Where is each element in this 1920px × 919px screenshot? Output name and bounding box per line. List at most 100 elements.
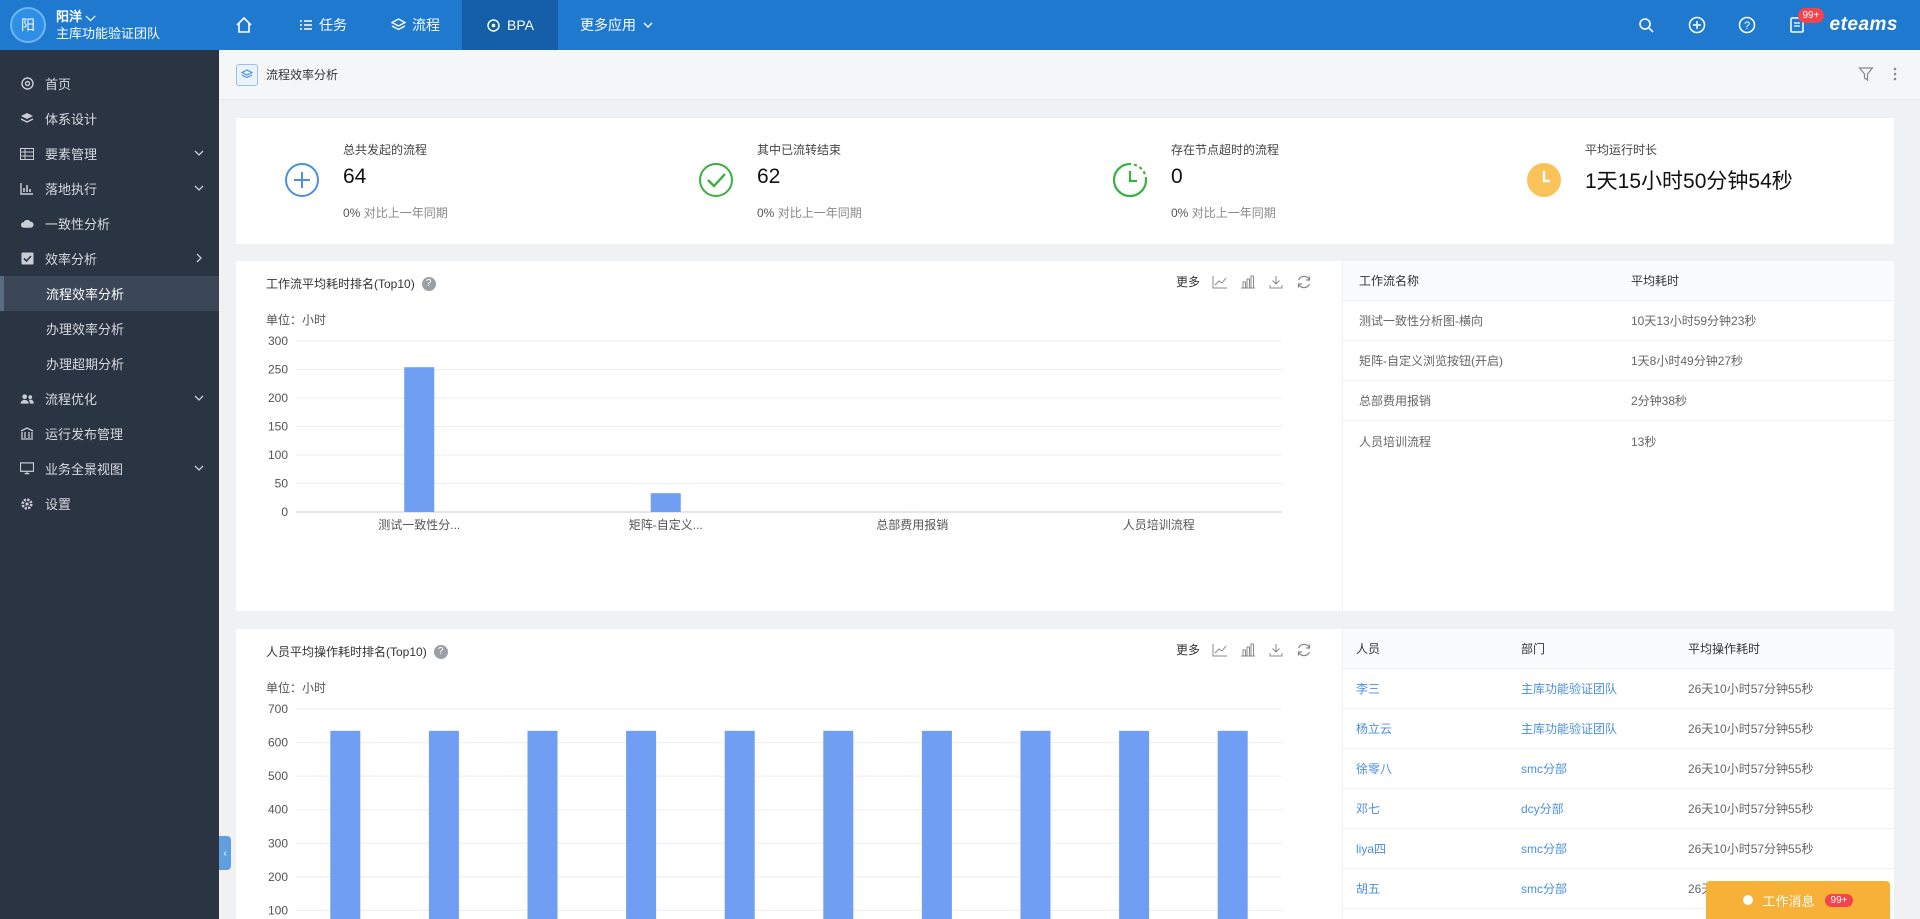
notifications-button[interactable]: 99+	[1772, 0, 1825, 50]
more-vertical-icon[interactable]	[1892, 66, 1898, 82]
sidebar-item-label: 流程效率分析	[46, 287, 125, 302]
users-icon	[20, 392, 34, 406]
sidebar-item-overdue[interactable]: 办理超期分析	[0, 346, 219, 381]
add-button[interactable]	[1672, 0, 1722, 50]
nav-bpa-label: BPA	[507, 17, 534, 33]
nav-more-apps[interactable]: 更多应用	[558, 0, 676, 50]
y-tick-label: 150	[268, 420, 288, 434]
y-tick-label: 600	[268, 736, 288, 750]
department-link[interactable]: 主库功能验证团队	[1505, 680, 1672, 697]
table-row[interactable]: 邓七 dcy分部 26天10小时57分钟55秒	[1343, 789, 1894, 829]
y-tick-label: 200	[268, 391, 288, 405]
sidebar-item-efficiency[interactable]: 效率分析	[0, 241, 219, 276]
column-header[interactable]: 平均耗时	[1615, 272, 1894, 289]
table-row[interactable]: 李三 主库功能验证团队 26天10小时57分钟55秒	[1343, 669, 1894, 709]
sidebar-item-consistency[interactable]: 一致性分析	[0, 206, 219, 241]
sidebar-item-execution[interactable]: 落地执行	[0, 171, 219, 206]
gear-icon	[20, 497, 34, 511]
department-link[interactable]: smc分部	[1505, 880, 1672, 897]
search-button[interactable]	[1622, 0, 1672, 50]
y-tick-label: 0	[281, 505, 288, 519]
person-link[interactable]: 李三	[1343, 680, 1505, 697]
chevron-left-icon: ‹	[223, 847, 227, 859]
sidebar-item-label: 设置	[45, 497, 72, 512]
sidebar-item-system-design[interactable]: 体系设计	[0, 101, 219, 136]
table-row[interactable]: 矩阵-自定义浏览按钮(开启) 1天8小时49分钟27秒	[1343, 341, 1894, 381]
sidebar-item-elements[interactable]: 要素管理	[0, 136, 219, 171]
help-icon: ?	[1738, 16, 1755, 34]
bar	[428, 730, 459, 919]
nav-tasks-label: 任务	[319, 17, 347, 33]
person-link[interactable]: liya四	[1343, 840, 1505, 857]
sidebar-item-panorama[interactable]: 业务全景视图	[0, 451, 219, 486]
chevron-down-icon[interactable]: ⌵	[82, 9, 96, 24]
sidebar-item-settings[interactable]: 设置	[0, 486, 219, 521]
layers-icon	[20, 112, 34, 126]
column-header[interactable]: 平均操作耗时	[1672, 640, 1894, 657]
help-icon[interactable]: ?	[433, 644, 448, 659]
refresh-icon[interactable]	[1296, 642, 1312, 658]
eteams-logo[interactable]: eteams	[1830, 14, 1899, 36]
help-icon[interactable]: ?	[421, 276, 436, 291]
stats-card: 总共发起的流程 64 0% 对比上一年同期 其中已流转结束 62 0% 对比上一…	[236, 118, 1894, 244]
line-chart-icon[interactable]	[1212, 275, 1228, 289]
nav-home[interactable]	[220, 0, 277, 50]
person-link[interactable]: 邓七	[1343, 800, 1505, 817]
line-chart-icon[interactable]	[1212, 643, 1228, 657]
table-row[interactable]: 人员培训流程 13秒	[1343, 421, 1894, 461]
download-icon[interactable]	[1268, 275, 1284, 289]
sidebar-item-optimization[interactable]: 流程优化	[0, 381, 219, 416]
help-button[interactable]: ?	[1722, 0, 1772, 50]
workflow-chart-panel: 工作流平均耗时排名(Top10)? 更多 单位：小时 0 50 100 150 200 2…	[236, 261, 1342, 611]
refresh-icon[interactable]	[1296, 274, 1312, 290]
table-row[interactable]: 总部费用报销 2分钟38秒	[1343, 381, 1894, 421]
person-link[interactable]: 杨立云	[1343, 720, 1505, 737]
checkbox-icon	[20, 252, 34, 266]
download-icon[interactable]	[1268, 643, 1284, 657]
main-nav: 任务 流程 BPA 更多应用	[220, 0, 676, 50]
sidebar-item-home[interactable]: 首页	[0, 66, 219, 101]
department-link[interactable]: smc分部	[1505, 840, 1672, 857]
bar-chart-icon[interactable]	[1240, 275, 1256, 289]
bar-chart-icon[interactable]	[1240, 643, 1256, 657]
department-link[interactable]: dcy分部	[1505, 800, 1672, 817]
column-header[interactable]: 工作流名称	[1343, 272, 1615, 289]
person-link[interactable]: 胡五	[1343, 880, 1505, 897]
chart-title: 工作流平均耗时排名(Top10)	[266, 277, 415, 291]
avatar[interactable]: 阳	[10, 7, 46, 43]
cloud-icon	[20, 217, 34, 231]
work-message-bar[interactable]: 工作消息 99+	[1706, 881, 1890, 919]
more-link[interactable]: 更多	[1176, 273, 1200, 290]
table-header: 工作流名称 平均耗时	[1343, 261, 1894, 301]
table-row[interactable]: 徐零八 smc分部 26天10小时57分钟55秒	[1343, 749, 1894, 789]
sidebar-collapse-handle[interactable]: ‹	[219, 836, 231, 870]
chevron-right-icon	[196, 253, 202, 263]
chevron-down-icon	[643, 22, 653, 28]
home-icon	[236, 16, 252, 33]
column-header[interactable]: 部门	[1505, 640, 1672, 657]
department-link[interactable]: smc分部	[1505, 760, 1672, 777]
sidebar-item-handling-efficiency[interactable]: 办理效率分析	[0, 311, 219, 346]
nav-bpa[interactable]: BPA	[462, 0, 558, 50]
table-row[interactable]: 测试一致性分析图-横向 10天13小时59分钟23秒	[1343, 301, 1894, 341]
sidebar-item-release[interactable]: 运行发布管理	[0, 416, 219, 451]
column-header[interactable]: 人员	[1343, 640, 1505, 657]
stat-compare: 对比上一年同期	[1191, 206, 1276, 220]
user-name[interactable]: 阳洋	[56, 9, 82, 24]
layers-icon	[236, 63, 258, 86]
department-link[interactable]: 主库功能验证团队	[1505, 720, 1672, 737]
chevron-down-icon	[194, 465, 204, 471]
user-switcher[interactable]: 阳 阳洋 ⌵ 主库功能验证团队	[0, 0, 220, 50]
filter-icon[interactable]	[1858, 66, 1874, 82]
more-link[interactable]: 更多	[1176, 641, 1200, 658]
stat-value: 1天15小时50分钟54秒	[1585, 170, 1793, 193]
stat-label: 总共发起的流程	[343, 143, 428, 157]
nav-flow[interactable]: 流程	[369, 0, 462, 50]
workflow-name: 人员培训流程	[1359, 434, 1432, 449]
person-link[interactable]: 徐零八	[1343, 760, 1505, 777]
sidebar-item-flow-efficiency[interactable]: 流程效率分析	[0, 276, 219, 311]
nav-tasks[interactable]: 任务	[277, 0, 369, 50]
table-row[interactable]: liya四 smc分部 26天10小时57分钟55秒	[1343, 829, 1894, 869]
team-name[interactable]: 主库功能验证团队	[56, 25, 160, 42]
table-row[interactable]: 杨立云 主库功能验证团队 26天10小时57分钟55秒	[1343, 709, 1894, 749]
